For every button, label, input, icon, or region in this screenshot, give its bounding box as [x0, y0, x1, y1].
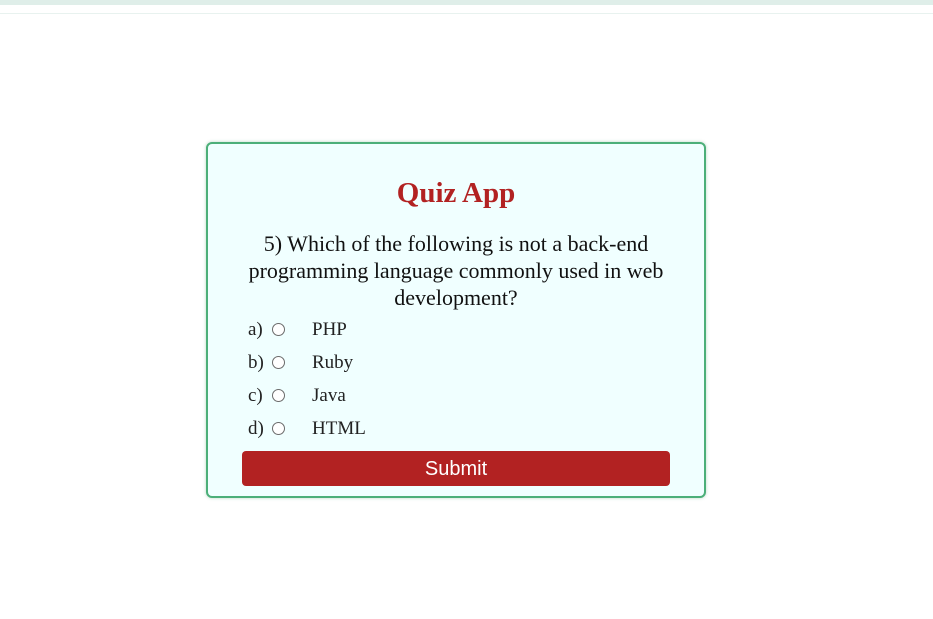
submit-button[interactable]: Submit — [242, 451, 670, 486]
option-label: HTML — [312, 418, 366, 439]
option-letter: a) — [248, 319, 263, 340]
option-letter: c) — [248, 385, 263, 406]
option-label: Ruby — [312, 352, 354, 373]
option-a[interactable]: a) PHP — [248, 319, 448, 341]
quiz-card: Quiz App 5) Which of the following is no… — [206, 142, 706, 498]
option-label: PHP — [312, 319, 347, 340]
option-a-radio[interactable] — [272, 323, 285, 336]
quiz-title: Quiz App — [396, 177, 516, 209]
option-b[interactable]: b) Ruby — [248, 352, 448, 374]
question-text: 5) Which of the following is not a back-… — [248, 231, 664, 310]
option-c[interactable]: c) Java — [248, 385, 448, 407]
option-c-radio[interactable] — [272, 389, 285, 402]
option-b-radio[interactable] — [272, 356, 285, 369]
option-d[interactable]: d) HTML — [248, 418, 448, 440]
option-letter: d) — [248, 418, 264, 439]
option-letter: b) — [248, 352, 264, 373]
option-label: Java — [312, 385, 346, 406]
top-divider — [0, 13, 933, 14]
top-strip — [0, 0, 933, 5]
option-d-radio[interactable] — [272, 422, 285, 435]
